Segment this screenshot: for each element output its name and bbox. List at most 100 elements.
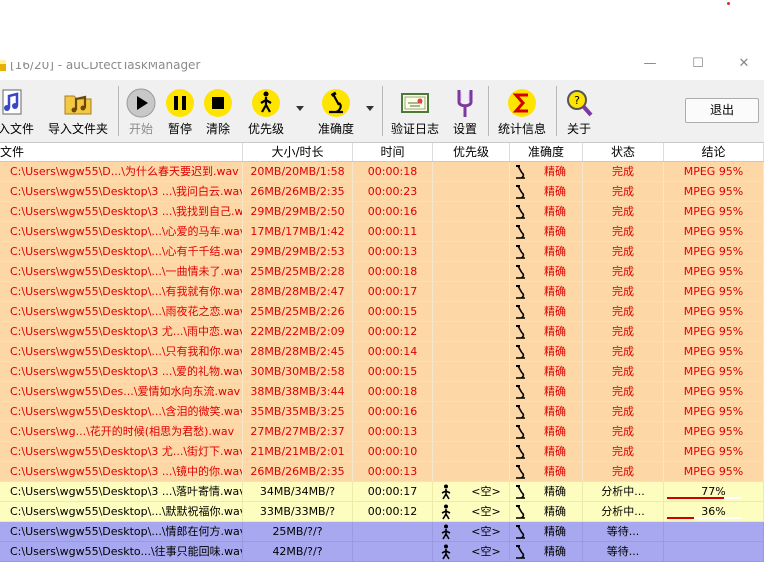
table-row[interactable]: C:\Users\wgw55\D...\为什么春天要迟到.wav 20MB/20M… xyxy=(0,162,764,182)
accuracy-button[interactable]: 准确度 xyxy=(314,86,358,138)
priority-cell xyxy=(433,322,510,342)
result-cell: MPEG 95% xyxy=(664,302,764,322)
accuracy-value: 精确 xyxy=(544,265,566,278)
toolbar-separator xyxy=(382,86,383,136)
accuracy-value: 精确 xyxy=(544,405,566,418)
accuracy-dropdown-icon[interactable] xyxy=(366,106,374,111)
table-row[interactable]: C:\Users\wg...\花开的时候(相思为君愁).wav 27MB/27MB… xyxy=(0,422,764,442)
file-path-cell: C:\Users\wgw55\Desktop\...\心爱的马车.wav xyxy=(0,222,243,242)
size-duration-cell: 29MB/29MB/2:53 xyxy=(243,242,353,262)
result-cell: 77% xyxy=(664,482,764,502)
table-row[interactable]: C:\Users\wgw55\Desktop\...\默默祝福你.wav 33MB… xyxy=(0,502,764,522)
close-button[interactable]: ✕ xyxy=(732,56,756,76)
file-path-cell: C:\Users\wgw55\Desktop\3 ...\落叶寄情.wav xyxy=(0,482,243,502)
music-folder-icon xyxy=(64,95,92,115)
elapsed-time-cell: 00:00:18 xyxy=(353,162,433,182)
table-row[interactable]: C:\Users\wgw55\Desktop\3 ...\我问白云.wav 26M… xyxy=(0,182,764,202)
table-row[interactable]: C:\Users\wgw55\Desktop\3 ...\落叶寄情.wav 34M… xyxy=(0,482,764,502)
accuracy-cell: 精确 xyxy=(510,422,583,442)
file-path-cell: C:\Users\wgw55\Des...\爱情如水向东流.wav xyxy=(0,382,243,402)
table-row[interactable]: C:\Users\wgw55\Desktop\3 ...\我找到自己.wav 29… xyxy=(0,202,764,222)
column-header-priority[interactable]: 优先级 xyxy=(433,143,510,161)
priority-dropdown-icon[interactable] xyxy=(296,106,304,111)
result-value: MPEG 95% xyxy=(683,425,744,438)
status-cell: 分析中... xyxy=(583,482,664,502)
table-row[interactable]: C:\Users\wgw55\Desktop\...\心有千千结.wav 29MB… xyxy=(0,242,764,262)
column-header-result[interactable]: 结论 xyxy=(664,143,764,161)
priority-cell xyxy=(433,182,510,202)
settings-button[interactable]: 设置 xyxy=(448,86,482,138)
table-row[interactable]: C:\Users\wgw55\Desktop\3 ...\爱的礼物.wav 30M… xyxy=(0,362,764,382)
screen-dot xyxy=(727,2,730,5)
accuracy-cell: 精确 xyxy=(510,302,583,322)
priority-cell xyxy=(433,202,510,222)
accuracy-value: 精确 xyxy=(544,165,566,178)
priority-cell xyxy=(433,282,510,302)
pause-label: 暂停 xyxy=(167,122,192,136)
verify-log-button[interactable]: 验证日志 xyxy=(388,86,442,138)
status-cell: 完成 xyxy=(583,402,664,422)
accuracy-value: 精确 xyxy=(544,385,566,398)
result-cell: MPEG 95% xyxy=(664,422,764,442)
table-row[interactable]: C:\Users\wgw55\Desktop\...\心爱的马车.wav 17MB… xyxy=(0,222,764,242)
pause-button[interactable]: 暂停 xyxy=(162,86,198,138)
about-button[interactable]: ? 关于 xyxy=(562,86,596,138)
maximize-button[interactable]: ☐ xyxy=(686,56,710,76)
size-duration-cell: 30MB/30MB/2:58 xyxy=(243,362,353,382)
add-folder-button[interactable]: 导入文件夹 xyxy=(44,86,112,138)
add-file-button[interactable]: 导入文件 xyxy=(0,86,40,138)
column-header-file[interactable]: 文件 xyxy=(0,143,243,161)
table-row[interactable]: C:\Users\wgw55\Desktop\...\情郎在何方.wav 25MB… xyxy=(0,522,764,542)
accuracy-value: 精确 xyxy=(544,345,566,358)
clear-button[interactable]: 清除 xyxy=(200,86,236,138)
table-row[interactable]: C:\Users\wgw55\Deskto...\往事只能回味.wav 42MB/… xyxy=(0,542,764,562)
result-cell: MPEG 95% xyxy=(664,162,764,182)
microscope-icon xyxy=(322,89,350,117)
file-path-cell: C:\Users\wgw55\Desktop\...\情郎在何方.wav xyxy=(0,522,243,542)
walking-man-icon xyxy=(441,524,451,540)
status-cell: 完成 xyxy=(583,422,664,442)
result-value: MPEG 95% xyxy=(683,465,744,478)
microscope-icon xyxy=(516,365,525,379)
start-button[interactable]: 开始 xyxy=(122,86,160,138)
title-bar: [16/20] - auCDtectTaskManager — ☐ ✕ xyxy=(0,56,764,80)
accuracy-cell: 精确 xyxy=(510,282,583,302)
status-cell: 完成 xyxy=(583,362,664,382)
table-row[interactable]: C:\Users\wgw55\Desktop\...\雨夜花之恋.wav 25MB… xyxy=(0,302,764,322)
column-header-status[interactable]: 状态 xyxy=(583,143,664,161)
result-cell: MPEG 95% xyxy=(664,362,764,382)
file-path-cell: C:\Users\wgw55\Desktop\...\含泪的微笑.wav xyxy=(0,402,243,422)
status-cell: 完成 xyxy=(583,262,664,282)
priority-cell xyxy=(433,462,510,482)
table-row[interactable]: C:\Users\wgw55\Desktop\...\只有我和你.wav 28MB… xyxy=(0,342,764,362)
elapsed-time-cell: 00:00:18 xyxy=(353,382,433,402)
table-row[interactable]: C:\Users\wgw55\Desktop\...\有我就有你.wav 28MB… xyxy=(0,282,764,302)
priority-cell xyxy=(433,342,510,362)
table-row[interactable]: C:\Users\wgw55\Desktop\...\含泪的微笑.wav 35MB… xyxy=(0,402,764,422)
status-cell: 完成 xyxy=(583,242,664,262)
table-row[interactable]: C:\Users\wgw55\Des...\爱情如水向东流.wav 38MB/38… xyxy=(0,382,764,402)
size-duration-cell: 29MB/29MB/2:50 xyxy=(243,202,353,222)
result-value: MPEG 95% xyxy=(683,225,744,238)
result-cell xyxy=(664,542,764,562)
table-row[interactable]: C:\Users\wgw55\Desktop\3 尤...\雨中恋.wav 22M… xyxy=(0,322,764,342)
table-row[interactable]: C:\Users\wgw55\Desktop\3 尤...\街灯下.wav 21M… xyxy=(0,442,764,462)
priority-cell xyxy=(433,422,510,442)
walking-man-icon xyxy=(441,484,451,500)
statistics-button[interactable]: 统计信息 xyxy=(494,86,550,138)
accuracy-value: 精确 xyxy=(544,465,566,478)
accuracy-value: 精确 xyxy=(544,365,566,378)
minimize-button[interactable]: — xyxy=(638,56,662,76)
file-path-cell: C:\Users\wgw55\Desktop\3 ...\镜中的你.wav xyxy=(0,462,243,482)
column-header-size[interactable]: 大小/时长 xyxy=(243,143,353,161)
result-value: MPEG 95% xyxy=(683,265,744,278)
status-cell: 分析中... xyxy=(583,502,664,522)
column-header-accuracy[interactable]: 准确度 xyxy=(510,143,583,161)
priority-button[interactable]: 优先级 xyxy=(244,86,288,138)
exit-button[interactable]: 退出 xyxy=(685,98,759,123)
table-row[interactable]: C:\Users\wgw55\Desktop\...\一曲情未了.wav 25MB… xyxy=(0,262,764,282)
table-row[interactable]: C:\Users\wgw55\Desktop\3 ...\镜中的你.wav 26M… xyxy=(0,462,764,482)
column-header-time[interactable]: 时间 xyxy=(353,143,433,161)
accuracy-value: 精确 xyxy=(544,205,566,218)
microscope-icon xyxy=(516,185,525,199)
